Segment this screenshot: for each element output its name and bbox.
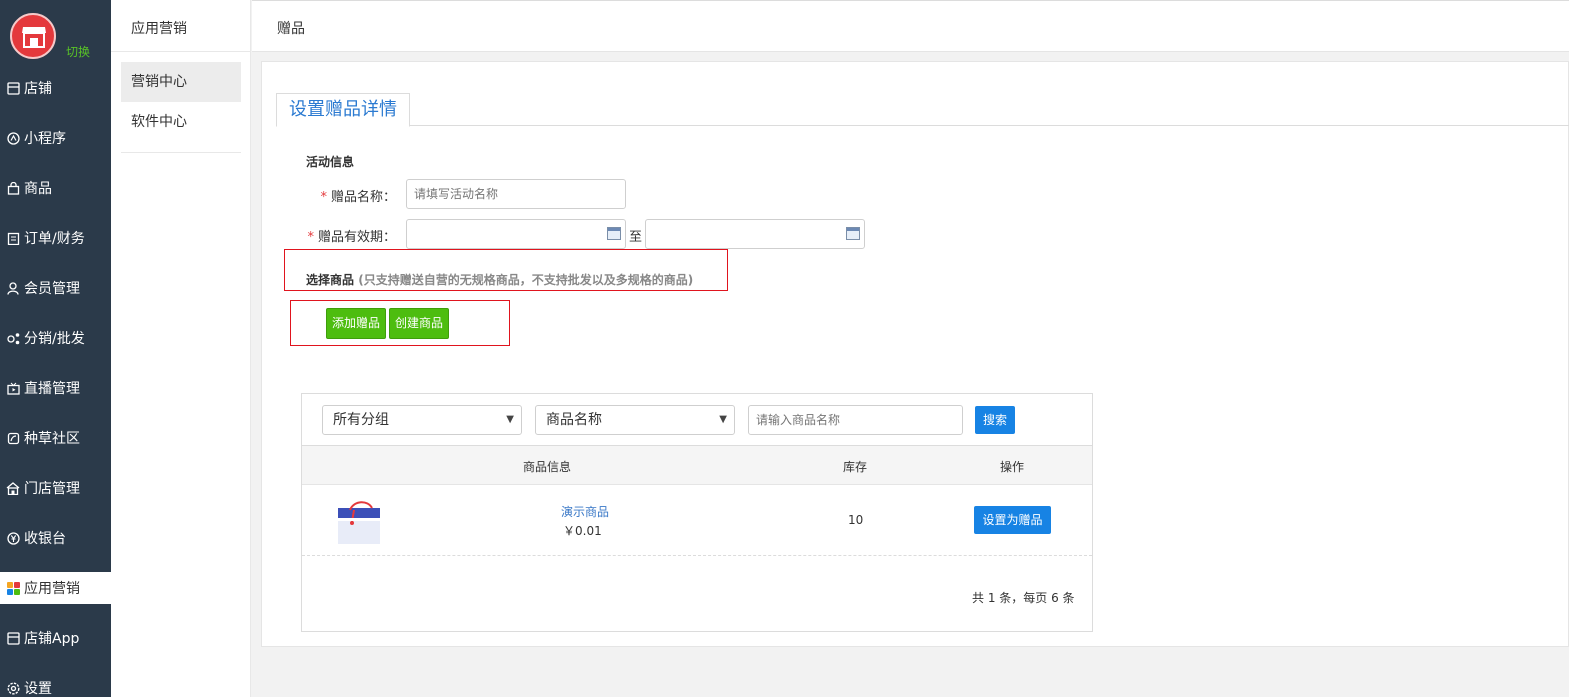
sidebar-item-mini-program[interactable]: 小程序: [0, 122, 111, 154]
live-icon: [5, 380, 21, 396]
row-divider: [302, 555, 1092, 556]
sidebar-item-label: 小程序: [24, 131, 66, 147]
pagination-summary: 共 1 条，每页 6 条: [972, 591, 1075, 605]
calendar-icon[interactable]: [607, 227, 621, 240]
set-as-gift-button[interactable]: 设置为赠品: [974, 506, 1051, 534]
gift-name-input[interactable]: [406, 179, 626, 209]
secondary-nav-title: 应用营销: [131, 21, 187, 37]
field-select-value: 商品名称: [546, 412, 602, 428]
dropdown-arrow-icon: ▼: [506, 414, 514, 425]
calendar-icon[interactable]: [846, 227, 860, 240]
shop-house-icon: [5, 480, 21, 496]
sidebar-item-community[interactable]: 种草社区: [0, 422, 111, 454]
column-header-stock: 库存: [843, 460, 868, 474]
column-header-product-info: 商品信息: [523, 460, 572, 474]
sidebar-item-label: 会员管理: [24, 281, 80, 297]
store-logo[interactable]: [10, 13, 56, 59]
divider: [111, 51, 251, 52]
sidebar-item-cashier[interactable]: 收银台: [0, 522, 111, 554]
date-range-separator: 至: [629, 230, 643, 245]
validity-label: * 赠品有效期：: [292, 226, 396, 245]
community-icon: [5, 430, 21, 446]
secondary-nav: 应用营销 营销中心 软件中心: [111, 0, 251, 697]
table-header: 商品信息 库存 操作: [302, 445, 1092, 485]
sidebar-item-app-marketing[interactable]: 应用营销: [0, 572, 111, 604]
required-mark: *: [320, 190, 327, 205]
sidebar-item-label: 订单/财务: [24, 231, 85, 247]
sidebar-item-label: 分销/批发: [24, 331, 85, 347]
validity-label-text: 赠品有效期：: [317, 230, 396, 245]
sidebar-item-settings[interactable]: 设置: [0, 672, 111, 697]
sidebar-item-label: 商品: [24, 181, 52, 197]
sidebar-item-orders[interactable]: 订单/财务: [0, 222, 111, 254]
product-search-input[interactable]: [748, 405, 963, 435]
store-app-icon: [5, 630, 21, 646]
sidebar-item-store-app[interactable]: 店铺App: [0, 622, 111, 654]
sidebar-item-distribution[interactable]: 分销/批发: [0, 322, 111, 354]
gift-name-label-text: 赠品名称：: [330, 190, 396, 205]
mini-program-icon: [5, 130, 21, 146]
dropdown-arrow-icon: ▼: [719, 414, 727, 425]
validity-end-input[interactable]: [645, 219, 865, 249]
product-picker: 所有分组 ▼ 商品名称 ▼ 搜索 商品信息 库存 操作 演示商品 ￥0.01 1…: [301, 393, 1093, 632]
sidebar-item-label: 店铺: [24, 81, 52, 97]
product-price: ￥0.01: [563, 524, 602, 538]
divider: [121, 152, 241, 153]
group-select-value: 所有分组: [333, 412, 389, 428]
section-goods-title: 选择商品 (只支持赠送自营的无规格商品，不支持批发以及多规格的商品): [306, 271, 693, 288]
required-mark: *: [307, 230, 314, 245]
search-button[interactable]: 搜索: [975, 406, 1015, 434]
gift-name-label: * 赠品名称：: [312, 186, 396, 205]
product-name-link[interactable]: 演示商品: [561, 503, 609, 520]
sidebar-item-label: 门店管理: [24, 481, 80, 497]
sidebar-item-members[interactable]: 会员管理: [0, 272, 111, 304]
sidebar-item-label: 应用营销: [24, 581, 80, 597]
validity-start-input[interactable]: [406, 219, 626, 249]
sidebar-item-shops[interactable]: 门店管理: [0, 472, 111, 504]
page-header: 赠品: [252, 0, 1569, 52]
sidebar-item-label: 收银台: [24, 531, 66, 547]
settings-icon: [5, 680, 21, 696]
member-icon: [5, 280, 21, 296]
subnav-item-software-center[interactable]: 软件中心: [121, 102, 241, 142]
add-gift-button[interactable]: 添加赠品: [326, 308, 386, 339]
subnav-item-marketing-center[interactable]: 营销中心: [121, 62, 241, 102]
store-icon: [5, 80, 21, 96]
product-thumbnail: [338, 501, 380, 544]
sidebar-item-label: 直播管理: [24, 381, 80, 397]
section-goods-label: 选择商品: [306, 273, 355, 287]
sidebar-item-label: 店铺App: [24, 631, 80, 647]
column-header-action: 操作: [1000, 460, 1025, 474]
create-goods-button[interactable]: 创建商品: [389, 308, 449, 339]
section-activity-title: 活动信息: [306, 155, 355, 169]
yen-icon: [5, 530, 21, 546]
clipboard-icon: [5, 230, 21, 246]
tab-divider: [276, 125, 1569, 126]
apps-icon: [5, 580, 21, 596]
share-icon: [5, 330, 21, 346]
bag-icon: [5, 180, 21, 196]
sidebar-item-store[interactable]: 店铺: [0, 72, 111, 104]
goods-hint: (只支持赠送自营的无规格商品，不支持批发以及多规格的商品): [358, 273, 694, 287]
group-select[interactable]: 所有分组 ▼: [322, 405, 522, 435]
field-select[interactable]: 商品名称 ▼: [535, 405, 735, 435]
storefront-icon: [22, 27, 46, 48]
page-title: 赠品: [277, 21, 305, 37]
sidebar-item-goods[interactable]: 商品: [0, 172, 111, 204]
product-stock: 10: [848, 513, 864, 527]
tab-gift-details[interactable]: 设置赠品详情: [276, 93, 410, 127]
sidebar-item-live[interactable]: 直播管理: [0, 372, 111, 404]
sidebar-item-label: 种草社区: [24, 431, 80, 447]
switch-store-link[interactable]: 切换: [66, 43, 90, 60]
main-sidebar: 切换 店铺 小程序 商品 订单/财务 会员管理 分销/批发 直播管理 种草社区 …: [0, 0, 111, 697]
sidebar-item-label: 设置: [24, 681, 52, 697]
